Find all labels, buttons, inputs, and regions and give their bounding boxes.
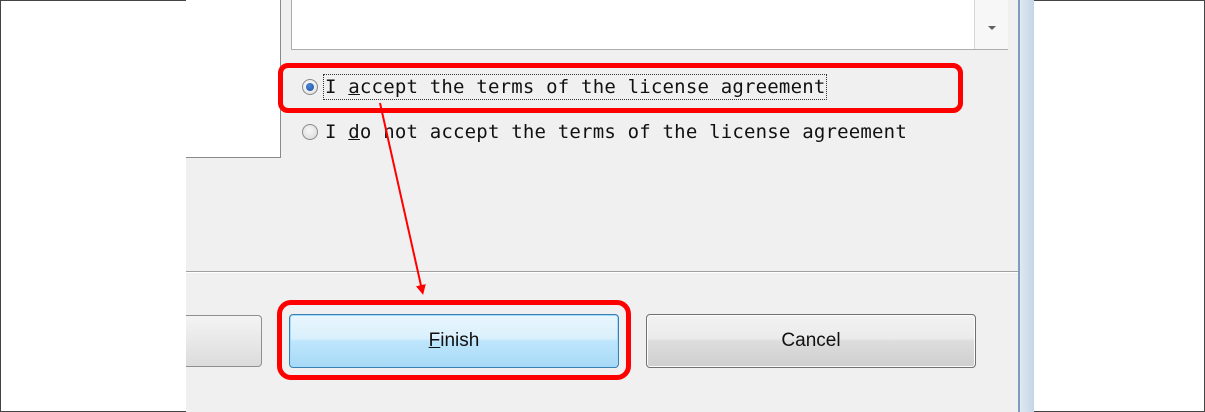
scrollbar[interactable] bbox=[974, 0, 1008, 49]
scroll-down-arrow-icon[interactable] bbox=[988, 26, 996, 30]
radio-unchecked-icon[interactable] bbox=[302, 124, 318, 140]
cancel-button[interactable]: Cancel bbox=[646, 314, 976, 368]
window-border bbox=[1018, 0, 1034, 412]
accept-license-radio[interactable]: I accept the terms of the license agreem… bbox=[302, 74, 828, 100]
cancel-button-label: Cancel bbox=[781, 330, 841, 351]
decline-license-radio[interactable]: I do not accept the terms of the license… bbox=[302, 120, 908, 144]
finish-button[interactable]: Finish bbox=[289, 314, 619, 368]
decline-license-label[interactable]: I do not accept the terms of the license… bbox=[324, 120, 908, 144]
step-list-panel bbox=[186, 0, 281, 158]
license-text-area[interactable] bbox=[291, 0, 1008, 50]
accept-license-label[interactable]: I accept the terms of the license agreem… bbox=[322, 74, 828, 100]
back-button[interactable] bbox=[186, 315, 262, 367]
button-bar-separator bbox=[186, 271, 1018, 273]
finish-button-label: Finish bbox=[428, 330, 480, 351]
radio-checked-icon[interactable] bbox=[302, 79, 318, 95]
